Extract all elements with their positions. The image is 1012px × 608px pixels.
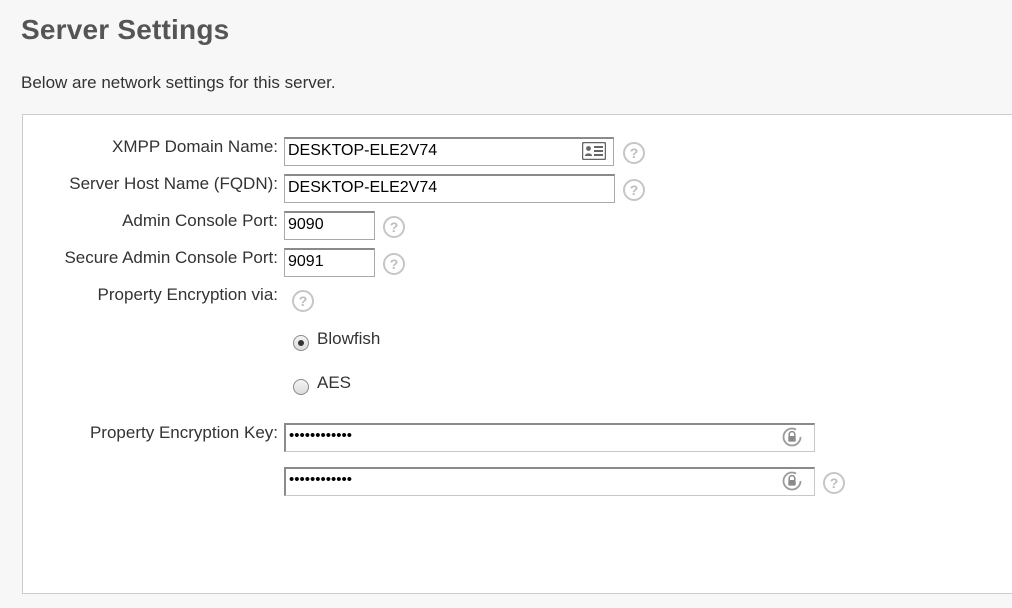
aes-radio-label[interactable]: AES	[317, 373, 351, 393]
xmpp-domain-help-icon[interactable]: ?	[623, 142, 645, 164]
host-name-label: Server Host Name (FQDN):	[69, 174, 278, 193]
blowfish-radio[interactable]	[293, 335, 309, 351]
secure-admin-port-value: 9091	[288, 253, 324, 270]
encryption-key-label: Property Encryption Key:	[89, 423, 278, 442]
page-title: Server Settings	[21, 14, 230, 45]
encryption-method-label: Property Encryption via:	[97, 285, 278, 304]
encryption-key-confirm-value: ••••••••••••	[289, 471, 353, 488]
page-description: Below are network settings for this serv…	[21, 73, 336, 92]
encryption-method-help-icon[interactable]: ?	[292, 290, 314, 312]
secure-admin-port-input[interactable]: 9091	[284, 248, 375, 277]
lock-icon[interactable]	[782, 427, 802, 447]
admin-port-help-icon[interactable]: ?	[383, 216, 405, 238]
encryption-key-input[interactable]: ••••••••••••	[284, 423, 815, 452]
encryption-key-help-icon[interactable]: ?	[823, 472, 845, 494]
aes-radio[interactable]	[293, 379, 309, 395]
lock-icon[interactable]	[782, 471, 802, 491]
xmpp-domain-label: XMPP Domain Name:	[112, 137, 278, 156]
admin-port-input[interactable]: 9090	[284, 211, 375, 240]
encryption-key-confirm-input[interactable]: ••••••••••••	[284, 467, 815, 496]
blowfish-radio-label[interactable]: Blowfish	[317, 329, 380, 349]
host-name-value: DESKTOP-ELE2V74	[288, 179, 438, 196]
admin-port-label: Admin Console Port:	[122, 211, 278, 230]
xmpp-domain-value: DESKTOP-ELE2V74	[288, 142, 438, 159]
host-name-help-icon[interactable]: ?	[623, 179, 645, 201]
contact-card-icon[interactable]	[582, 142, 606, 160]
secure-admin-port-label: Secure Admin Console Port:	[64, 248, 278, 267]
xmpp-domain-input[interactable]: DESKTOP-ELE2V74	[284, 137, 614, 166]
host-name-input[interactable]: DESKTOP-ELE2V74	[284, 174, 615, 203]
admin-port-value: 9090	[288, 216, 324, 233]
encryption-key-value: ••••••••••••	[289, 427, 353, 444]
secure-admin-port-help-icon[interactable]: ?	[383, 253, 405, 275]
page: Server Settings Below are network settin…	[0, 0, 1012, 608]
